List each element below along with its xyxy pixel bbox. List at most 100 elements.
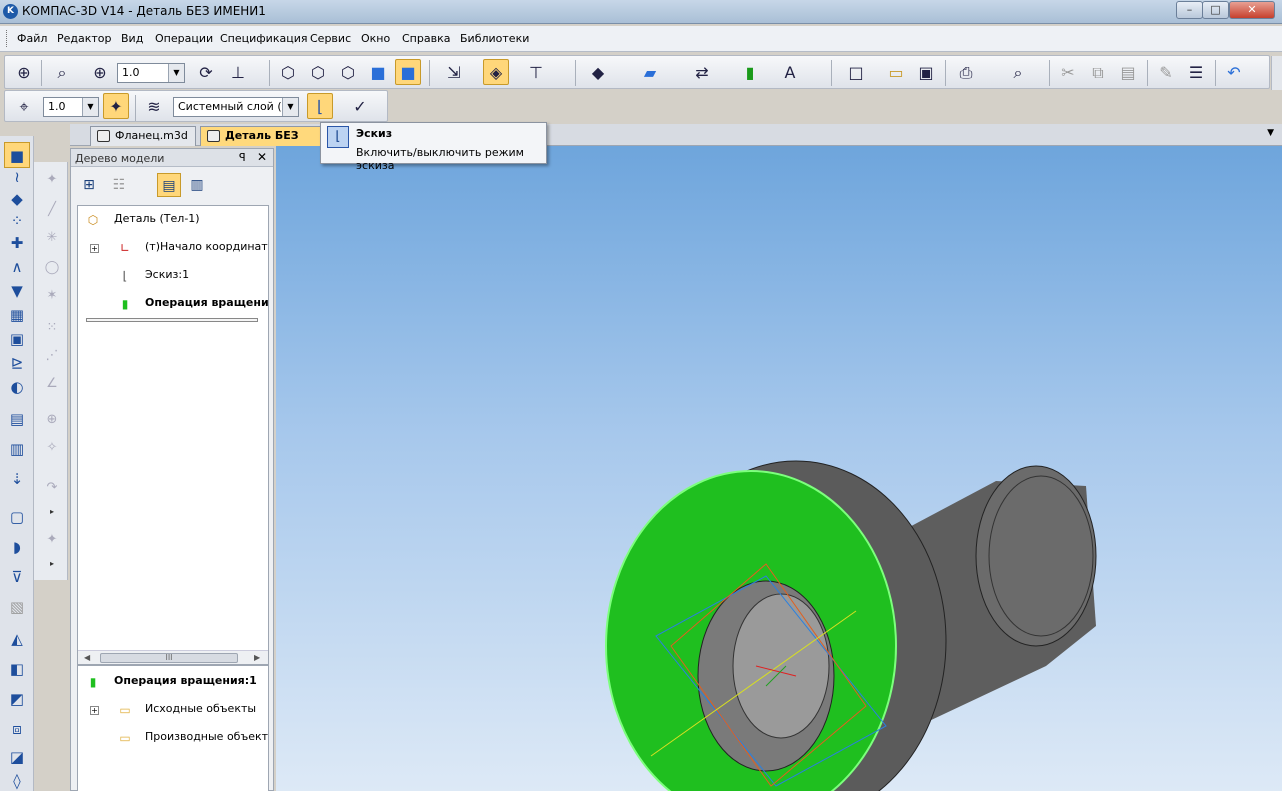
center-point-icon[interactable]: ⊕ (42, 410, 62, 430)
tree-document-icon[interactable]: ▤ (157, 173, 181, 197)
toolbar-overflow-scroll[interactable] (1271, 56, 1282, 90)
menu-editor[interactable]: Редактор (57, 32, 112, 45)
cursor-coords-icon[interactable]: ⌖ (11, 93, 37, 119)
fillet-icon[interactable]: ◗ (4, 534, 30, 560)
tree-item-revolve[interactable]: ▮ Операция вращения (80, 292, 268, 316)
scroll-thumb[interactable]: III (100, 653, 238, 663)
thin-hidden-icon[interactable]: ⬡ (335, 59, 361, 85)
close-icon[interactable]: ✕ (257, 150, 267, 164)
tab-list-arrow-icon[interactable]: ▼ (1267, 128, 1274, 138)
paste-icon[interactable]: ▤ (1115, 59, 1141, 85)
rotate-icon[interactable]: ⟳ (193, 59, 219, 85)
measure-icon[interactable]: ⇄ (689, 59, 715, 85)
line-icon[interactable]: ╱ (42, 200, 62, 220)
measure-diagnostics-icon[interactable]: ⊵ (4, 350, 30, 376)
more-arrow-icon[interactable]: ▸ (42, 502, 62, 522)
chevron-down-icon[interactable]: ▼ (168, 64, 184, 82)
extrude-icon[interactable]: ▤ (4, 406, 30, 432)
shell-icon[interactable]: ◭ (4, 626, 30, 652)
maximize-button[interactable]: □ (1202, 1, 1229, 19)
tab-flanets[interactable]: Фланец.m3d (90, 126, 196, 146)
menu-help[interactable]: Справка (402, 32, 450, 45)
shaded-icon[interactable]: ■ (365, 59, 391, 85)
menu-service[interactable]: Сервис (310, 32, 351, 45)
wireframe-icon[interactable]: ⬡ (275, 59, 301, 85)
grid-points-icon[interactable]: ⁙ (42, 318, 62, 338)
print-icon[interactable]: ⎙ (953, 59, 979, 85)
rib-icon[interactable]: ▧ (4, 594, 30, 620)
expand-plus-icon[interactable]: + (90, 244, 99, 253)
close-button[interactable]: ✕ (1229, 1, 1275, 19)
layers-icon[interactable]: ≋ (141, 93, 167, 119)
revolve-icon[interactable]: ▥ (4, 436, 30, 462)
zoom-scale-combo[interactable]: 1.0 ▼ (117, 63, 185, 83)
open-file-icon[interactable]: ▭ (883, 59, 909, 85)
layer-combo[interactable]: Системный слой (0) ▼ (173, 97, 299, 117)
sheet-body-icon[interactable]: ◐ (4, 374, 30, 400)
point-icon[interactable]: ✦ (42, 170, 62, 190)
reports-icon[interactable]: ▣ (4, 326, 30, 352)
tree-item-sketch[interactable]: ⌊ Эскиз:1 (80, 264, 266, 288)
tree-split-icon[interactable]: ▥ (185, 173, 209, 197)
orient-icon[interactable]: ⊥ (225, 59, 251, 85)
perspective-icon[interactable]: ◈ (483, 59, 509, 85)
tab-detal-active[interactable]: Деталь БЕЗ ИМ (200, 126, 322, 160)
save-icon[interactable]: ▣ (913, 59, 939, 85)
tangent-icon[interactable]: ✶ (42, 286, 62, 306)
split-icon[interactable]: ◪ (4, 744, 30, 770)
shaded-edges-icon[interactable]: ■ (395, 59, 421, 85)
preview-icon[interactable]: ⌕ (1005, 59, 1031, 85)
select-filter-icon[interactable]: ⇲ (441, 59, 467, 85)
undo-icon[interactable]: ↶ (1221, 59, 1247, 85)
plane-icon[interactable]: ▰ (637, 59, 663, 85)
tree-horizontal-scrollbar[interactable]: ◀ III ▶ (78, 650, 268, 664)
angle-icon[interactable]: ∠ (42, 374, 62, 394)
chevron-down-icon[interactable]: ▼ (82, 98, 98, 116)
more-arrow-icon[interactable]: ▸ (42, 554, 62, 574)
pin-icon[interactable]: ꟼ (239, 151, 246, 164)
menu-operations[interactable]: Операции (155, 32, 213, 45)
zoom-window-icon[interactable]: ⌕ (49, 59, 75, 85)
kinematic-icon[interactable]: ⇣ (4, 466, 30, 492)
chevron-down-icon[interactable]: ▼ (282, 98, 298, 116)
step-combo[interactable]: 1.0 ▼ (43, 97, 99, 117)
menu-window[interactable]: Окно (361, 32, 390, 45)
bisector-icon[interactable]: ✳ (42, 228, 62, 248)
hidden-lines-icon[interactable]: ⬡ (305, 59, 331, 85)
new-file-icon[interactable]: □ (843, 59, 869, 85)
expand-plus-icon[interactable]: + (90, 706, 99, 715)
menu-grip[interactable] (6, 30, 9, 47)
menu-libraries[interactable]: Библиотеки (460, 32, 529, 45)
tree-item-part[interactable]: ⬡ Деталь (Тел-1) (80, 208, 266, 232)
snap-icon[interactable]: ✦ (103, 93, 129, 119)
relations-item-source[interactable]: + ▭ Исходные объекты (80, 698, 266, 722)
menu-file[interactable]: Файл (17, 32, 47, 45)
tree-item-origin[interactable]: + ∟ (т)Начало координат (80, 236, 268, 260)
cut-icon[interactable]: ✂ (1055, 59, 1081, 85)
menu-view[interactable]: Вид (121, 32, 143, 45)
minimize-button[interactable]: – (1176, 1, 1203, 19)
color-icon[interactable]: ◆ (585, 59, 611, 85)
draft-icon[interactable]: ◧ (4, 656, 30, 682)
model-viewport[interactable] (276, 146, 1282, 791)
cut-extrude-icon[interactable]: ▢ (4, 504, 30, 530)
relations-item-revolve[interactable]: ▮ Операция вращения:1 (80, 670, 266, 694)
boolean-icon[interactable]: ⧈ (4, 716, 30, 742)
circle-icon[interactable]: ◯ (42, 258, 62, 278)
section-icon[interactable]: ⊤ (523, 59, 549, 85)
arc-icon[interactable]: ↷ (42, 478, 62, 498)
parallel-icon[interactable]: ⋰ (42, 346, 62, 366)
menu-specification[interactable]: Спецификация (220, 32, 307, 45)
small-point-icon[interactable]: ✦ (42, 530, 62, 550)
relations-item-derived[interactable]: ▭ Производные объекты (80, 726, 268, 750)
tree-structure-icon[interactable]: ⊞ (77, 173, 101, 197)
auxiliary-geometry-icon[interactable]: ✚ (4, 230, 30, 256)
list-icon[interactable]: ☰ (1183, 59, 1209, 85)
tolerance-icon[interactable]: A (777, 59, 803, 85)
filters-icon[interactable]: ▼ (4, 278, 30, 304)
flange-model-3d[interactable] (276, 146, 1282, 791)
hole-icon[interactable]: ⊽ (4, 564, 30, 590)
properties-icon[interactable]: ✎ (1153, 59, 1179, 85)
tree-order-icon[interactable]: ☷ (107, 173, 131, 197)
copy-icon[interactable]: ⧉ (1085, 59, 1111, 85)
